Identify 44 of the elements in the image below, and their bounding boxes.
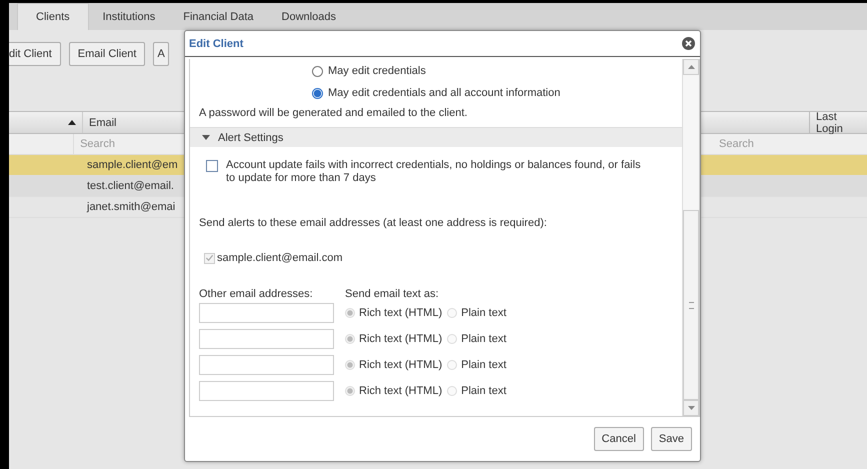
- section-header[interactable]: Alert Settings: [190, 127, 682, 147]
- radio-option[interactable]: May edit credentials: [312, 63, 682, 79]
- tab[interactable]: Downloads: [268, 3, 350, 30]
- tab[interactable]: Institutions: [88, 3, 170, 30]
- scroll-down-icon[interactable]: [688, 406, 694, 410]
- tab[interactable]: Clients: [17, 3, 89, 30]
- radio-option[interactable]: Rich text (HTML): [345, 385, 442, 397]
- checkbox[interactable]: [206, 160, 218, 172]
- radio-option[interactable]: Plain text: [447, 385, 506, 397]
- recipients-label: Send alerts to these email addresses (at least one address is required):: [199, 217, 548, 229]
- close-icon[interactable]: [682, 37, 695, 50]
- column-header[interactable]: Last Login: [809, 112, 867, 133]
- radio-option[interactable]: Plain text: [447, 359, 506, 371]
- toolbar-button[interactable]: dit Client: [9, 42, 61, 66]
- field-label: Other email addresses:: [199, 288, 314, 300]
- field-label: Send email text as:: [345, 288, 440, 300]
- radio-option[interactable]: Plain text: [447, 307, 506, 319]
- column-title: Last Login: [816, 110, 844, 134]
- section-title: Alert Settings: [218, 132, 284, 144]
- email-field[interactable]: [199, 329, 334, 349]
- radio-option[interactable]: Rich text (HTML): [345, 359, 442, 371]
- checkbox-label: sample.client@email.com: [217, 252, 342, 264]
- table-cell: janet.smith@emai: [87, 201, 176, 213]
- email-field[interactable]: [199, 381, 334, 401]
- toolbar-button[interactable]: Email Client: [68, 42, 146, 66]
- radio-option[interactable]: Rich text (HTML): [345, 307, 442, 319]
- scroll-up-icon[interactable]: [688, 65, 694, 69]
- scrollbar[interactable]: [682, 59, 699, 416]
- email-field[interactable]: [199, 303, 334, 323]
- toolbar-button[interactable]: A: [153, 42, 169, 66]
- search-field[interactable]: Search: [713, 134, 867, 154]
- dialog-title: Edit Client: [189, 38, 244, 50]
- password-note: A password will be generated and emailed to the client.: [199, 107, 468, 119]
- radio-option[interactable]: Rich text (HTML): [345, 333, 442, 345]
- dialog-button[interactable]: Cancel: [594, 427, 644, 451]
- table-cell: test.client@email.: [87, 180, 174, 192]
- dialog-button[interactable]: Save: [650, 427, 692, 451]
- tab[interactable]: Financial Data: [169, 3, 268, 30]
- email-field[interactable]: [199, 355, 334, 375]
- checkbox-label: Account update fails with incorrect credentials, no holdings or balances found, or fails to update for more than 7 days: [226, 159, 642, 185]
- column-title: Email: [89, 116, 117, 128]
- radio-option[interactable]: Plain text: [447, 333, 506, 345]
- radio-option[interactable]: May edit credentials and all account information: [312, 85, 682, 101]
- table-cell: sample.client@em: [87, 159, 178, 171]
